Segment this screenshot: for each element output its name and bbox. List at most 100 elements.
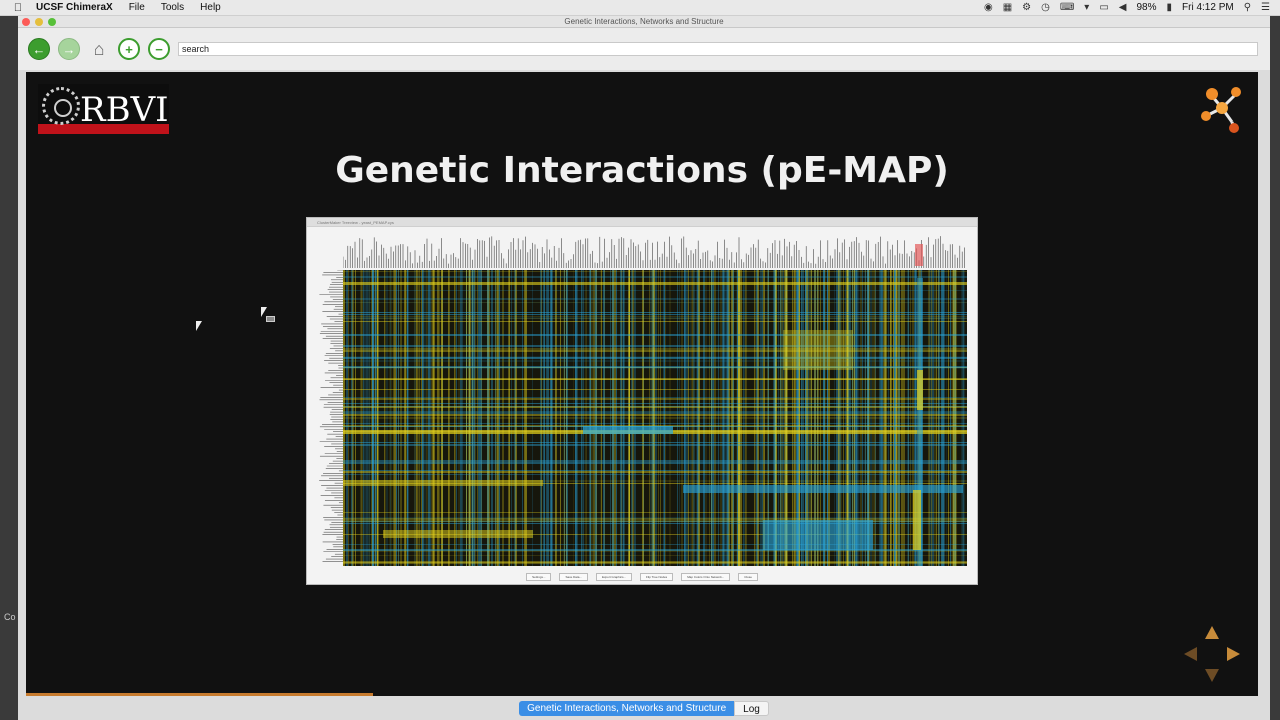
airplay-icon[interactable]: ▭ [1099, 2, 1108, 13]
window-title: Genetic Interactions, Networks and Struc… [564, 17, 724, 26]
heatmap-patch [343, 282, 967, 285]
wifi-icon[interactable]: ▾ [1084, 2, 1089, 13]
heatmap-patch [917, 370, 923, 410]
heatmap-band [343, 561, 967, 563]
heatmap-patch [783, 330, 853, 370]
tab-genetic-interactions[interactable]: Genetic Interactions, Networks and Struc… [519, 700, 735, 716]
heatmap-band [343, 518, 967, 520]
chat-icon[interactable]: ▦ [1003, 2, 1012, 13]
heatmap-band [343, 312, 967, 313]
heatmap-band [343, 357, 967, 359]
battery-percent[interactable]: 98% [1136, 2, 1156, 13]
status-area: ◉ ▦ ⚙ ◷ ⌨ ▾ ▭ ◀ 98% ▮ Fri 4:12 PM ⚲ ☰ [984, 2, 1280, 13]
heatmap-band [343, 290, 967, 291]
battery-icon[interactable]: ▮ [1167, 2, 1173, 13]
heatmap-band [343, 414, 967, 416]
network-icon[interactable] [1198, 82, 1242, 134]
heatmap-band [343, 350, 967, 352]
heatmap-band [343, 474, 967, 475]
pemap-heatmap [343, 270, 967, 566]
clock-icon[interactable]: ◷ [1041, 2, 1050, 13]
pemap-close-button[interactable]: Close [738, 573, 758, 581]
pemap-export-graphics-button[interactable]: Export Graphics... [595, 573, 632, 581]
heatmap-band [343, 302, 967, 303]
home-button[interactable]: ⌂ [88, 38, 110, 60]
heatmap-band [343, 389, 967, 390]
gear-icon[interactable]: ⚙ [1022, 2, 1031, 13]
background-window-fragment: Co [4, 612, 16, 622]
heatmap-band [343, 471, 967, 473]
heatmap-band [343, 271, 967, 272]
window-titlebar: Genetic Interactions, Networks and Struc… [18, 16, 1270, 28]
logo-text: RBVI [80, 90, 169, 130]
nav-down-icon[interactable] [1205, 669, 1219, 682]
clock-text[interactable]: Fri 4:12 PM [1182, 2, 1234, 13]
heatmap-band [343, 316, 967, 317]
back-button[interactable]: ← [28, 38, 50, 60]
heatmap-band [343, 411, 967, 412]
zoom-out-button[interactable]: − [148, 38, 170, 60]
pemap-map-colors-button[interactable]: Map Colors Onto Network... [681, 573, 731, 581]
chimerax-window: Genetic Interactions, Networks and Struc… [18, 16, 1270, 720]
nav-left-icon[interactable] [1184, 647, 1197, 661]
menu-tools[interactable]: Tools [153, 2, 192, 13]
menu-app-name[interactable]: UCSF ChimeraX [36, 2, 121, 13]
heatmap-band [343, 334, 967, 336]
notification-center-icon[interactable]: ☰ [1261, 2, 1270, 13]
tab-log[interactable]: Log [734, 700, 769, 716]
panel-tabbar: Genetic Interactions, Networks and Struc… [18, 696, 1270, 720]
mouse-cursor [196, 321, 202, 331]
heatmap-band [343, 298, 967, 300]
heatmap-band [343, 348, 967, 350]
spotlight-search-icon[interactable]: ⚲ [1244, 2, 1251, 13]
search-input[interactable]: search [178, 42, 1258, 56]
pemap-flip-tree-button[interactable]: Flip Tree Nodes [640, 573, 674, 581]
zoom-in-button[interactable]: + [118, 38, 140, 60]
heatmap-band [343, 398, 967, 400]
pemap-screenshot: ClusterMaker Treeview - yeast_PEMAP.cys … [306, 217, 978, 585]
heatmap-band [343, 345, 967, 347]
heatmap-band [343, 412, 967, 414]
dendrogram-selection-highlight [915, 244, 923, 266]
pemap-button-row: Settings... Save Data... Export Graphics… [307, 573, 977, 581]
pemap-settings-button[interactable]: Settings... [526, 573, 552, 581]
heatmap-band [343, 555, 967, 556]
heatmap-band [343, 403, 967, 404]
heatmap-band [343, 317, 967, 319]
heatmap-patch [383, 530, 533, 538]
heatmap-band [343, 276, 967, 278]
heatmap-band [343, 397, 967, 398]
heatmap-band [343, 520, 967, 522]
menu-help[interactable]: Help [192, 2, 229, 13]
heatmap-band [343, 321, 967, 322]
heatmap-canvas [343, 270, 967, 566]
keyboard-icon[interactable]: ⌨ [1060, 2, 1074, 13]
presentation-slide: RBVI Genetic Interactions (pE-MAP) Clust… [26, 72, 1258, 696]
volume-icon[interactable]: ◀ [1119, 2, 1127, 13]
heatmap-band [343, 512, 967, 513]
nav-right-icon[interactable] [1227, 647, 1240, 661]
heatmap-band [343, 549, 967, 551]
apple-icon[interactable]:  [0, 2, 36, 14]
heatmap-band [343, 460, 967, 462]
pemap-save-data-button[interactable]: Save Data... [559, 573, 588, 581]
browser-toolbar: ← → ⌂ + − search [18, 28, 1270, 70]
slide-navigation [1184, 626, 1240, 682]
slide-title: Genetic Interactions (pE-MAP) [335, 150, 949, 191]
heatmap-band [343, 366, 967, 368]
heatmap-band [343, 462, 967, 464]
drag-cursor-box [266, 316, 275, 322]
pemap-window-title: ClusterMaker Treeview - yeast_PEMAP.cys [307, 218, 977, 227]
menu-file[interactable]: File [121, 2, 153, 13]
camera-icon[interactable]: ◉ [984, 2, 993, 13]
heatmap-band [343, 470, 967, 471]
forward-button[interactable]: → [58, 38, 80, 60]
pemap-stats-panel [309, 229, 341, 267]
heatmap-band [343, 406, 967, 407]
heatmap-band [343, 360, 967, 362]
heatmap-band [343, 417, 967, 419]
nav-up-icon[interactable] [1205, 626, 1219, 639]
row-dendrogram [319, 270, 343, 562]
heatmap-band [343, 423, 967, 424]
heatmap-band [343, 378, 967, 380]
